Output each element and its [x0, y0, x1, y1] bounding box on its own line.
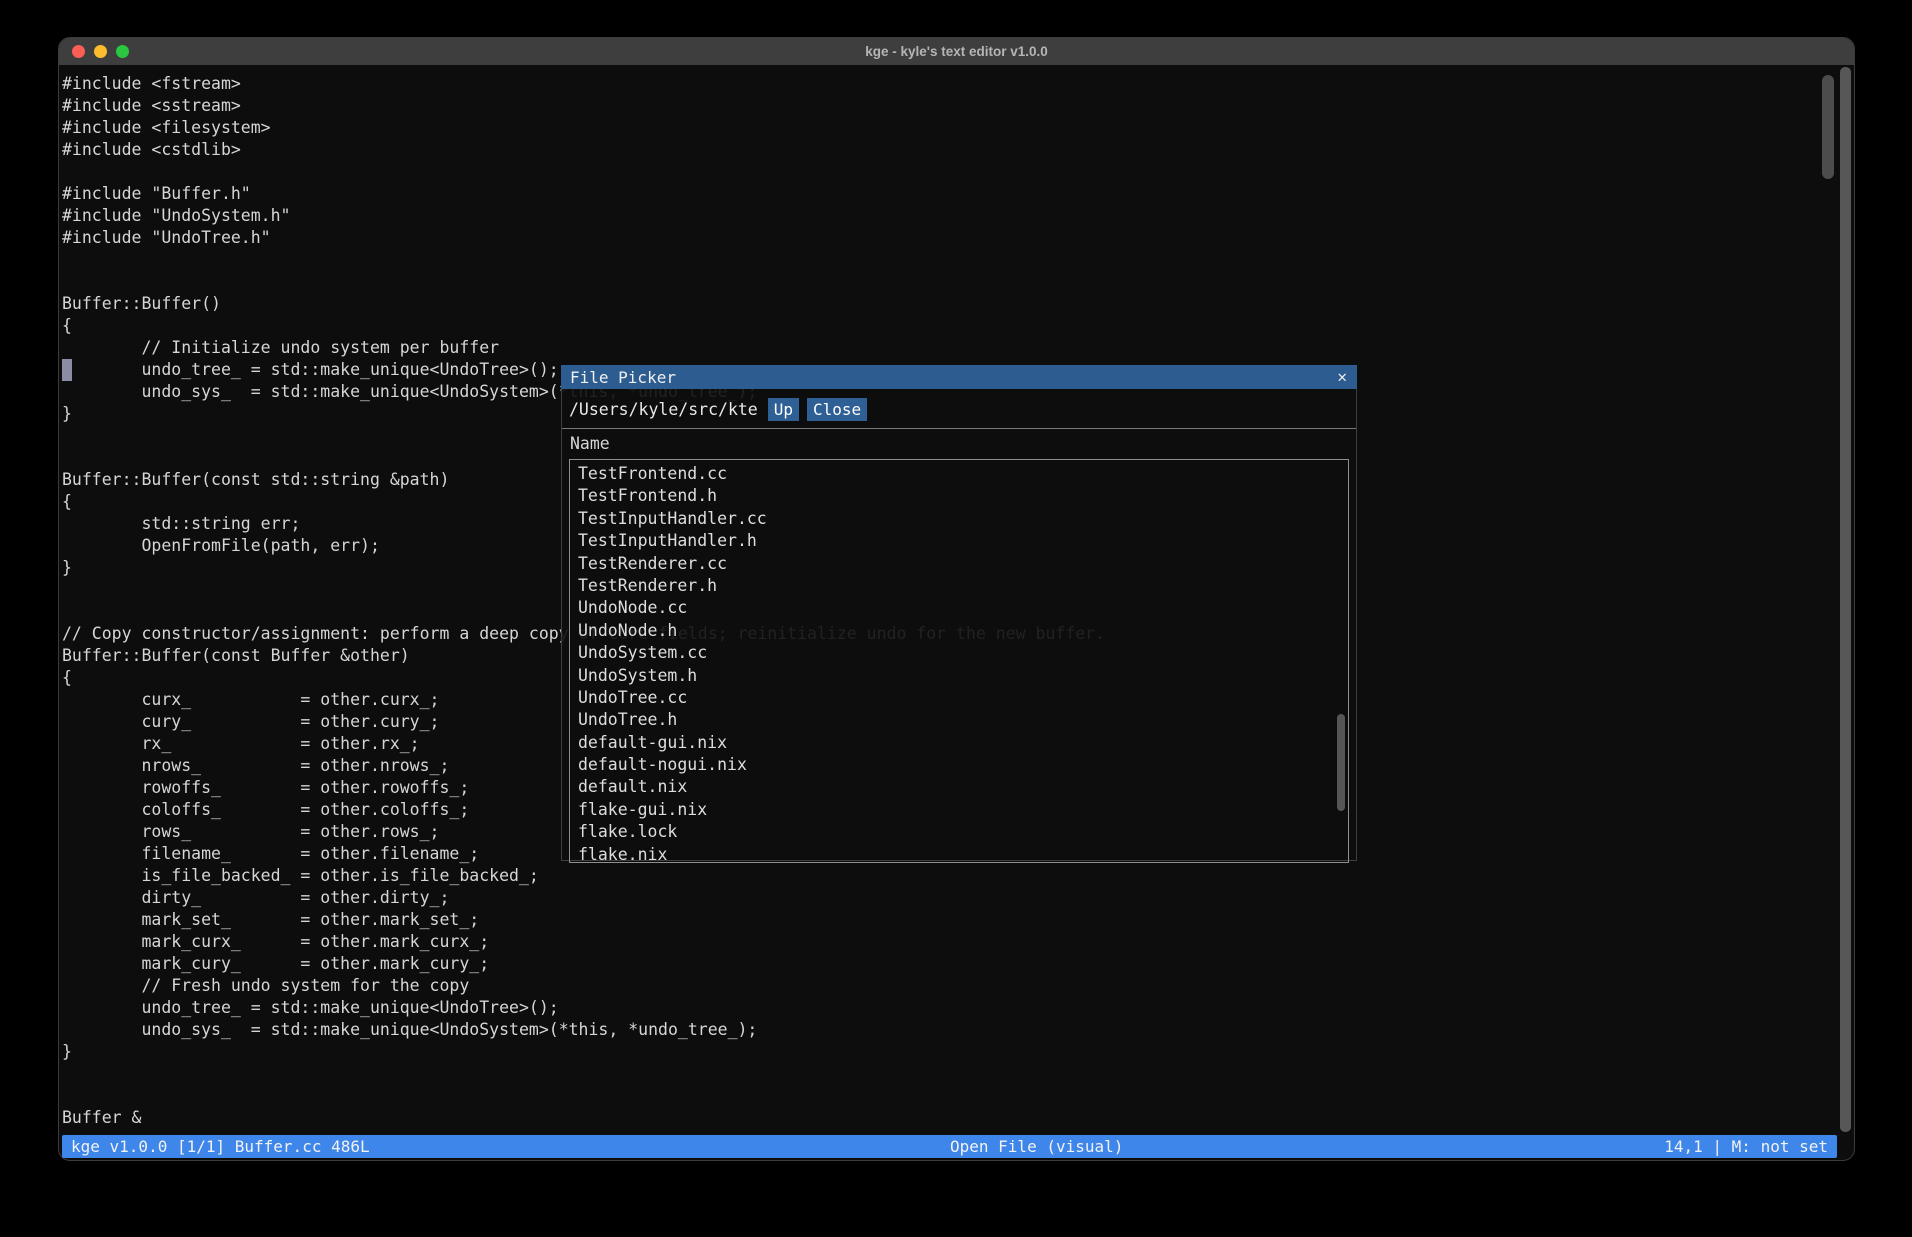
file-list-item[interactable]: UndoTree.h: [578, 709, 1348, 731]
current-path: /Users/kyle/src/kte: [569, 400, 758, 419]
dialog-close-icon[interactable]: ✕: [1337, 369, 1347, 385]
dialog-titlebar[interactable]: File Picker ✕: [561, 365, 1357, 389]
file-list-item[interactable]: TestInputHandler.cc: [578, 508, 1348, 530]
code-line: dirty_ = other.dirty_;: [62, 887, 1854, 909]
file-list-items: TestFrontend.ccTestFrontend.hTestInputHa…: [578, 463, 1348, 863]
code-line: [62, 1063, 1854, 1085]
window-zoom-button[interactable]: [116, 45, 129, 58]
code-line: // Fresh undo system for the copy: [62, 975, 1854, 997]
window-title: kge - kyle's text editor v1.0.0: [59, 44, 1854, 59]
file-list-item[interactable]: default-gui.nix: [578, 732, 1348, 754]
file-list-item[interactable]: UndoSystem.h: [578, 665, 1348, 687]
code-line: mark_set_ = other.mark_set_;: [62, 909, 1854, 931]
status-bar: kge v1.0.0 [1/1] Buffer.cc 486L Open Fil…: [62, 1135, 1837, 1158]
file-list-item[interactable]: UndoNode.h: [578, 620, 1348, 642]
file-picker-dialog: File Picker ✕ /Users/kyle/src/kte Up Clo…: [561, 365, 1357, 861]
code-line: }: [62, 1041, 1854, 1063]
code-line: // Initialize undo system per buffer: [62, 337, 1854, 359]
code-line: Buffer &: [62, 1107, 1854, 1129]
code-line: mark_curx_ = other.mark_curx_;: [62, 931, 1854, 953]
code-line: mark_cury_ = other.mark_cury_;: [62, 953, 1854, 975]
file-list-item[interactable]: UndoSystem.cc: [578, 642, 1348, 664]
code-line: #include "UndoTree.h": [62, 227, 1854, 249]
window-close-button[interactable]: [72, 45, 85, 58]
status-mode: Open File (visual): [950, 1135, 1123, 1158]
code-line: #include <fstream>: [62, 73, 1854, 95]
traffic-lights: [72, 38, 129, 65]
window-titlebar[interactable]: kge - kyle's text editor v1.0.0: [59, 38, 1854, 65]
editor-scrollbar-track[interactable]: [1840, 67, 1851, 1132]
file-list-item[interactable]: default.nix: [578, 776, 1348, 798]
file-list-scrollbar-thumb[interactable]: [1337, 714, 1345, 811]
file-list-item[interactable]: flake.lock: [578, 821, 1348, 843]
up-button[interactable]: Up: [768, 398, 799, 421]
code-line: [62, 249, 1854, 271]
file-list-item[interactable]: UndoNode.cc: [578, 597, 1348, 619]
close-button[interactable]: Close: [807, 398, 867, 421]
file-list[interactable]: TestFrontend.ccTestFrontend.hTestInputHa…: [569, 459, 1349, 863]
dialog-title: File Picker: [570, 368, 676, 387]
column-header-name: Name: [570, 434, 1349, 453]
code-line: Buffer::Buffer(): [62, 293, 1854, 315]
code-line: {: [62, 315, 1854, 337]
file-list-item[interactable]: flake.nix: [578, 844, 1348, 863]
code-line: [62, 1085, 1854, 1107]
separator: [562, 428, 1356, 429]
text-cursor: [62, 359, 72, 381]
code-line: #include <filesystem>: [62, 117, 1854, 139]
code-line: undo_sys_ = std::make_unique<UndoSystem>…: [62, 1019, 1854, 1041]
code-line: [62, 161, 1854, 183]
file-list-item[interactable]: TestRenderer.h: [578, 575, 1348, 597]
editor-scrollbar-thumb[interactable]: [1822, 75, 1834, 179]
status-left: kge v1.0.0 [1/1] Buffer.cc 486L: [71, 1137, 370, 1156]
file-list-item[interactable]: TestFrontend.cc: [578, 463, 1348, 485]
code-line: is_file_backed_ = other.is_file_backed_;: [62, 865, 1854, 887]
file-list-item[interactable]: flake-gui.nix: [578, 799, 1348, 821]
dialog-body: /Users/kyle/src/kte Up Close Name TestFr…: [561, 389, 1357, 861]
window-minimize-button[interactable]: [94, 45, 107, 58]
path-row: /Users/kyle/src/kte Up Close: [569, 397, 1349, 421]
code-line: undo_tree_ = std::make_unique<UndoTree>(…: [62, 997, 1854, 1019]
code-line: #include "Buffer.h": [62, 183, 1854, 205]
file-list-item[interactable]: TestRenderer.cc: [578, 553, 1348, 575]
file-list-item[interactable]: default-nogui.nix: [578, 754, 1348, 776]
desktop-background: { "window": { "title": "kge - kyle's tex…: [0, 0, 1912, 1237]
file-list-item[interactable]: TestFrontend.h: [578, 485, 1348, 507]
file-list-item[interactable]: UndoTree.cc: [578, 687, 1348, 709]
file-list-item[interactable]: TestInputHandler.h: [578, 530, 1348, 552]
code-line: #include "UndoSystem.h": [62, 205, 1854, 227]
code-line: #include <cstdlib>: [62, 139, 1854, 161]
status-cursor-position: 14,1 | M: not set: [1664, 1137, 1828, 1156]
code-line: #include <sstream>: [62, 95, 1854, 117]
code-line: [62, 271, 1854, 293]
